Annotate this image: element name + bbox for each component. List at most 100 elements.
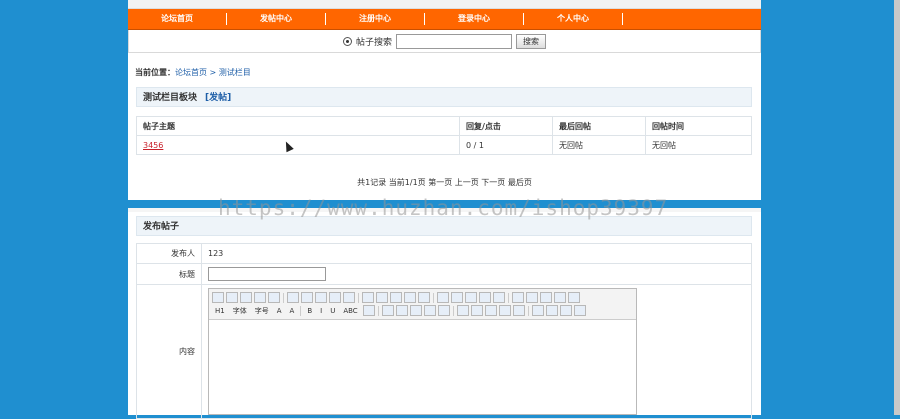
toolbar-button-icon[interactable] [301,292,313,303]
toolbar-separator [377,305,379,316]
main-nav: 论坛首页 发帖中心 注册中心 登录中心 个人中心 [128,9,761,30]
breadcrumb-home[interactable]: 论坛首页 [175,68,207,77]
col-subject: 帖子主题 [136,116,460,136]
nav-home[interactable]: 论坛首页 [128,13,227,25]
search-radio[interactable] [342,36,352,46]
search-bar: 帖子搜索 搜索 [128,30,761,53]
last-reply-cell: 无回帖 [552,135,646,155]
toolbar-button-icon[interactable] [437,292,449,303]
subject-input[interactable] [208,267,326,281]
toolbar-button-icon[interactable] [554,292,566,303]
toolbar-button-icon[interactable] [573,305,586,316]
toolbar-button-icon[interactable]: I [317,307,325,315]
toolbar-button-icon[interactable] [254,292,266,303]
toolbar-button-icon[interactable] [470,305,483,316]
toolbar-separator [433,292,434,303]
toolbar-button-icon[interactable] [362,305,375,316]
toolbar-button-icon[interactable]: 字体 [230,306,250,316]
breadcrumb-current[interactable]: 测试栏目 [219,68,251,77]
toolbar-button-icon[interactable]: H1 [212,307,228,315]
toolbar-button-icon[interactable] [343,292,355,303]
subject-row: 标题 [136,263,752,285]
board-title: 测试栏目板块 [143,93,198,103]
toolbar-button-icon[interactable] [362,292,374,303]
toolbar-button-icon[interactable] [451,292,463,303]
toolbar-button-icon[interactable]: U [327,307,338,315]
toolbar-button-icon[interactable]: B [304,307,315,315]
toolbar-button-icon[interactable] [376,292,388,303]
breadcrumb-sep: > [207,68,219,77]
toolbar-button-icon[interactable] [531,305,544,316]
new-post-link[interactable]: [发帖] [205,93,231,103]
author-label: 发布人 [136,243,202,264]
nav-profile[interactable]: 个人中心 [524,13,623,25]
header-strip [128,0,761,9]
toolbar-button-icon[interactable] [315,292,327,303]
toolbar-button-icon[interactable] [212,292,224,303]
content-cell: H1 字体 字号 A A B I U ABC [201,284,752,419]
toolbar-button-icon[interactable] [512,292,524,303]
toolbar-button-icon[interactable] [545,305,558,316]
pagination[interactable]: 共1记录 当前1/1页 第一页 上一页 下一页 最后页 [128,177,761,188]
toolbar-button-icon[interactable] [437,305,450,316]
subject-cell [201,263,752,285]
toolbar-button-icon[interactable] [268,292,280,303]
watermark-text: https://www.huzhan.com/ishop39397 [218,196,669,220]
toolbar-button-icon[interactable] [329,292,341,303]
editor-toolbar: H1 字体 字号 A A B I U ABC [209,289,636,320]
toolbar-button-icon[interactable] [512,305,525,316]
subject-label: 标题 [136,263,202,285]
page-scrollbar[interactable] [894,0,900,415]
toolbar-button-icon[interactable] [465,292,477,303]
search-input[interactable] [396,33,512,49]
toolbar-button-icon[interactable] [226,292,238,303]
col-last-reply: 最后回帖 [552,116,646,136]
editor-content-area[interactable] [209,320,636,415]
editor-toolbar-row-2: H1 字体 字号 A A B I U ABC [212,304,633,317]
rich-text-editor: H1 字体 字号 A A B I U ABC [208,288,637,415]
toolbar-button-icon[interactable] [526,292,538,303]
topic-table-header: 帖子主题 回复/点击 最后回帖 回帖时间 [136,116,752,136]
topic-link[interactable]: 3456 [143,141,163,150]
search-radio-label: 帖子搜索 [355,37,392,48]
toolbar-button-icon[interactable] [498,305,511,316]
toolbar-button-icon[interactable] [381,305,394,316]
content-label: 内容 [136,284,202,419]
toolbar-button-icon[interactable] [418,292,430,303]
toolbar-button-icon[interactable] [404,292,416,303]
nav-login[interactable]: 登录中心 [425,13,524,25]
toolbar-button-icon[interactable]: A [274,307,285,315]
toolbar-button-icon[interactable] [484,305,497,316]
toolbar-button-icon[interactable]: A [287,307,298,315]
toolbar-separator [508,292,509,303]
search-button[interactable]: 搜索 [516,33,546,49]
toolbar-button-icon[interactable] [568,292,580,303]
toolbar-button-icon[interactable] [559,305,572,316]
toolbar-button-icon[interactable] [540,292,552,303]
toolbar-button-icon[interactable] [493,292,505,303]
toolbar-separator [283,292,284,303]
toolbar-button-icon[interactable] [479,292,491,303]
toolbar-button-icon[interactable] [456,305,469,316]
editor-toolbar-row-1 [212,291,633,304]
col-reply-time: 回帖时间 [645,116,752,136]
nav-register[interactable]: 注册中心 [326,13,425,25]
author-value: 123 [201,243,752,264]
toolbar-button-icon[interactable]: ABC [340,307,360,315]
table-row: 3456 0 / 1 无回帖 无回帖 [136,135,752,155]
toolbar-button-icon[interactable] [287,292,299,303]
breadcrumb: 当前位置：论坛首页 > 测试栏目 [135,67,251,78]
topic-cell: 3456 [136,135,460,155]
post-form-title: 发布帖子 [143,222,180,232]
toolbar-button-icon[interactable] [395,305,408,316]
toolbar-button-icon[interactable] [240,292,252,303]
nav-post-center[interactable]: 发帖中心 [227,13,326,25]
col-replies: 回复/点击 [459,116,553,136]
toolbar-button-icon[interactable] [409,305,422,316]
toolbar-button-icon[interactable] [423,305,436,316]
reply-time-cell: 无回帖 [645,135,752,155]
toolbar-button-icon[interactable]: 字号 [252,306,272,316]
toolbar-button-icon[interactable] [390,292,402,303]
topic-table: 帖子主题 回复/点击 最后回帖 回帖时间 3456 0 / 1 无回帖 无回帖 [136,116,752,155]
toolbar-separator [527,305,529,316]
